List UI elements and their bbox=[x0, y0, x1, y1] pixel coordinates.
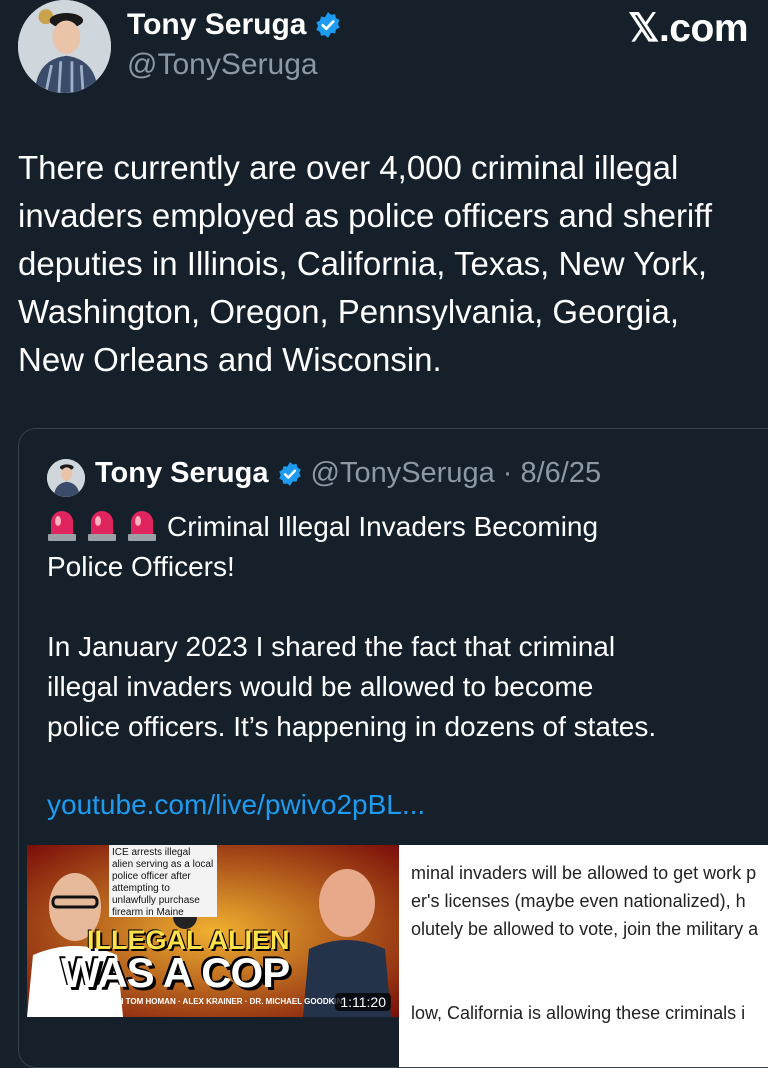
article-line: olutely be allowed to vote, join the mil… bbox=[411, 919, 759, 939]
tweet-line: deputies in Illinois, California, Texas,… bbox=[18, 245, 708, 282]
thumbnail-title-line-2: WAS A COP bbox=[61, 949, 290, 996]
article-line: minal invaders will be allowed to get wo… bbox=[411, 863, 757, 883]
video-duration: 1:11:20 bbox=[335, 993, 391, 1011]
quoted-author-avatar[interactable] bbox=[47, 459, 85, 497]
youtube-link[interactable]: youtube.com/live/pwivo2pBL... bbox=[47, 789, 425, 821]
verified-badge-icon bbox=[278, 461, 301, 486]
siren-icon bbox=[88, 511, 116, 541]
verified-badge-icon bbox=[316, 12, 341, 38]
thumbnail-credits: WITH TOM HOMAN · ALEX KRAINER · DR. MICH… bbox=[103, 997, 343, 1006]
article-screenshot[interactable]: minal invaders will be allowed to get wo… bbox=[399, 845, 768, 1067]
author-handle[interactable]: @TonySeruga bbox=[127, 48, 318, 82]
tweet-line: Washington, Oregon, Pennsylvania, Georgi… bbox=[18, 293, 679, 330]
video-thumbnail[interactable]: ICE arrests illegal alien serving as a l… bbox=[27, 845, 399, 1017]
quoted-body-line: In January 2023 I shared the fact that c… bbox=[47, 631, 616, 662]
author-name-row: Tony Seruga bbox=[127, 8, 342, 42]
tweet-line: There currently are over 4,000 criminal … bbox=[18, 149, 679, 186]
quoted-tweet-header: Tony Seruga @TonySeruga · 8/6/25 bbox=[95, 457, 601, 490]
quoted-headline-text: Criminal Illegal Invaders Becoming bbox=[167, 511, 599, 542]
tweet-text: There currently are over 4,000 criminal … bbox=[18, 144, 768, 384]
x-com-logo: 𝕏.com bbox=[628, 7, 748, 50]
article-line: er's licenses (maybe even nationalized),… bbox=[411, 891, 746, 911]
tweet-line: invaders employed as police officers and… bbox=[18, 197, 712, 234]
siren-icon bbox=[48, 511, 76, 541]
author-name[interactable]: Tony Seruga bbox=[127, 8, 306, 42]
quoted-body-line: police officers. It’s happening in dozen… bbox=[47, 711, 657, 742]
siren-icon bbox=[128, 511, 156, 541]
author-avatar[interactable] bbox=[18, 0, 111, 93]
quoted-author-name[interactable]: Tony Seruga bbox=[95, 457, 269, 490]
quoted-tweet-card[interactable]: Tony Seruga @TonySeruga · 8/6/25 Crimina… bbox=[18, 428, 768, 1068]
tweet-line: New Orleans and Wisconsin. bbox=[18, 341, 442, 378]
quoted-body-line: illegal invaders would be allowed to bec… bbox=[47, 671, 594, 702]
article-line: low, California is allowing these crimin… bbox=[411, 1003, 746, 1023]
quoted-handle-date[interactable]: @TonySeruga · 8/6/25 bbox=[311, 457, 602, 490]
quoted-headline-line: Criminal Illegal Invaders Becoming bbox=[47, 507, 767, 547]
news-clipping: ICE arrests illegal alien serving as a l… bbox=[109, 845, 217, 917]
quoted-headline-line-2: Police Officers! bbox=[47, 551, 235, 582]
quoted-tweet-body: Criminal Illegal Invaders Becoming Polic… bbox=[47, 507, 767, 747]
